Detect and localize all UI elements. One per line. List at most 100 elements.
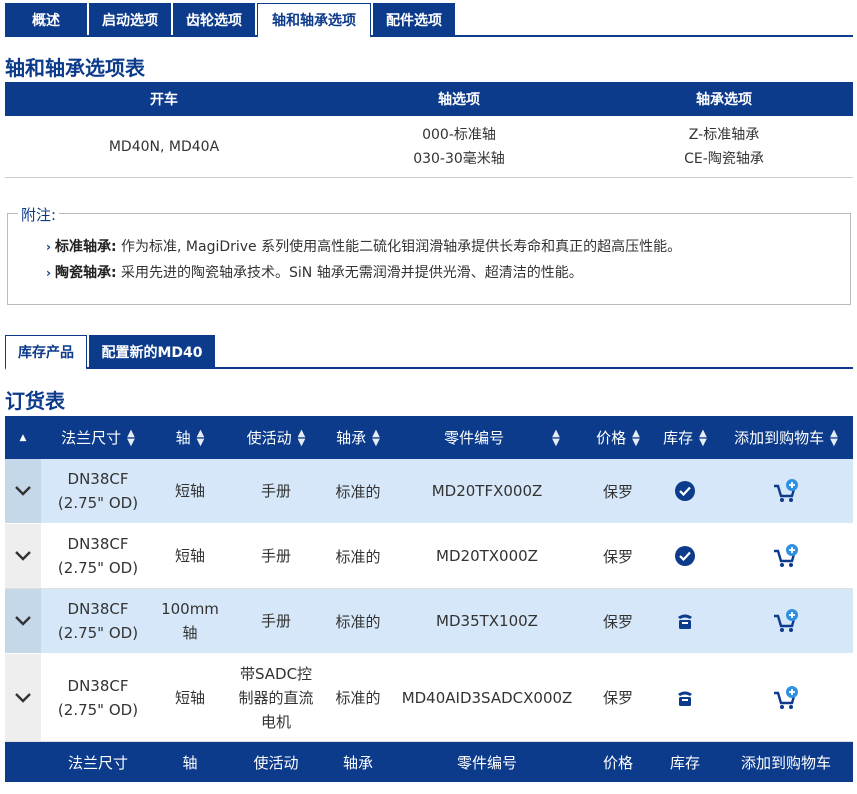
order-table-header: ▲ 法兰尺寸 ▲ ▼ 轴 ▲ ▼ 使活动 ▲ ▼ 轴承 ▲ ▼ 零件编号 ▲ ▼ 价格 ▲ ▼ 库存 ▲ ▼… [5,416,853,459]
note-text: 作为标准, MagiDrive 系列使用高性能二硫化钼润滑轴承提供长寿命和真正的… [116,239,682,255]
bearing-cell: 标准的 [335,689,381,707]
tab-shaft-bearing-options[interactable]: 轴和轴承选项 [257,3,371,38]
tab-overview[interactable]: 概述 [5,3,87,36]
chevron-down-icon[interactable] [15,692,31,703]
bearing-cell: 标准的 [335,482,381,501]
phone-icon [678,614,692,629]
bearing-option-ceramic: CE-陶瓷轴承 [684,150,764,167]
sort-all-icon[interactable]: ▲ [5,416,41,459]
add-to-cart-icon[interactable] [773,685,799,710]
actuation-cell: 手册 [260,482,291,500]
shaft-option-standard: 000-标准轴 [422,126,496,143]
price-cell: 保罗 [602,612,633,631]
bearing-cell: 标准的 [335,547,381,566]
chevron-down-icon[interactable] [15,551,31,561]
tab-startup-options[interactable]: 启动选项 [89,3,171,36]
header-drive: 开车 [150,92,178,108]
tab-accessory-options[interactable]: 配件选项 [373,3,455,36]
product-tab-bar: 库存产品 配置新的MD40 [5,334,853,370]
header-stock[interactable]: 库存 ▲ ▼ [651,416,719,459]
notes-box [7,213,851,305]
add-to-cart-button[interactable] [719,459,853,523]
chevron-down-icon[interactable] [15,486,31,496]
header-bearing-options: 轴承选项 [696,92,752,108]
header-part-number[interactable]: 零件编号 ▲ ▼ [389,416,585,459]
footer-stock: 库存 [669,753,700,772]
notes-legend: 附注: [18,204,60,225]
header-actuation[interactable]: 使活动 ▲ ▼ [225,416,327,459]
flange-size-cell: DN38CF (2.75" OD) [57,470,139,512]
header-flange-size[interactable]: 法兰尺寸 ▲ ▼ [41,416,155,459]
flange-size-cell: DN38CF (2.75" OD) [57,676,139,719]
price-cell: 保罗 [602,482,633,501]
part-number-cell: MD20TX000Z [436,547,538,565]
sort-arrows-icon[interactable]: ▲ ▼ [830,428,838,447]
bullet-arrow-icon: › [46,240,51,254]
expand-row-button[interactable] [5,524,41,588]
sort-arrows-icon[interactable]: ▲ ▼ [298,428,306,447]
note-text: 采用先进的陶瓷轴承技术。SiN 轴承无需润滑并提供光滑、超清洁的性能。 [116,265,583,281]
footer-add-to-cart: 添加到购物车 [740,753,831,772]
footer-part-number: 零件编号 [456,753,517,772]
sort-arrows-icon[interactable]: ▲ ▼ [197,428,205,447]
tab-stock-products[interactable]: 库存产品 [5,335,87,370]
shaft-options-cell: 000-标准轴 030-30毫米轴 [323,116,595,177]
sort-arrows-icon[interactable]: ▲ ▼ [699,428,707,447]
actuation-cell: 带SADC控 制器的直流 电机 [238,664,314,731]
flange-size-cell: DN38CF (2.75" OD) [57,535,139,577]
expand-row-button[interactable] [5,459,41,523]
stock-cell [651,524,719,588]
shaft-cell: 100mm 轴 [161,600,219,642]
bearing-option-standard: Z-标准轴承 [688,126,760,143]
check-circle-icon [675,546,695,566]
top-tab-bar: 概述 启动选项 齿轮选项 轴和轴承选项 配件选项 [5,0,853,38]
sort-arrows-icon[interactable]: ▲ ▼ [552,428,560,447]
header-shaft[interactable]: 轴 ▲ ▼ [155,416,225,459]
note-term: 陶瓷轴承: [54,265,117,281]
header-price[interactable]: 价格 ▲ ▼ [585,416,651,459]
add-to-cart-button[interactable] [719,524,853,588]
options-table-title: 轴和轴承选项表 [5,56,145,80]
stock-cell [651,654,719,741]
sort-arrows-icon[interactable]: ▲ ▼ [372,428,380,447]
header-add-to-cart[interactable]: 添加到购物车 ▲ ▼ [719,416,853,459]
add-to-cart-icon[interactable] [773,609,799,633]
actuation-cell: 手册 [260,547,291,565]
note-standard-bearing: › 标准轴承: 作为标准, MagiDrive 系列使用高性能二硫化钼润滑轴承提供… [46,236,681,256]
phone-icon [678,691,692,706]
part-number-cell: MD40AID3SADCX000Z [401,688,573,707]
note-term: 标准轴承: [54,239,117,255]
check-circle-icon [675,481,695,501]
expand-row-button[interactable] [5,589,41,653]
order-table-footer: 法兰尺寸 轴 使活动 轴承 零件编号 价格 库存 添加到购物车 [5,742,853,782]
shaft-cell: 短轴 [174,482,205,500]
footer-flange-size: 法兰尺寸 [67,753,128,772]
bullet-arrow-icon: › [46,266,51,280]
table-row: DN38CF (2.75" OD) 短轴 手册 标准的 MD20TFX000Z 保… [5,459,853,524]
footer-shaft: 轴 [182,753,198,772]
options-table-row: MD40N, MD40A 000-标准轴 030-30毫米轴 Z-标准轴承 CE… [5,116,853,178]
part-number-cell: MD20TFX000Z [431,482,543,500]
part-number-cell: MD35TX100Z [436,612,538,630]
footer-price: 价格 [602,753,633,772]
footer-actuation: 使活动 [253,753,299,772]
add-to-cart-icon[interactable] [773,479,799,503]
flange-size-cell: DN38CF (2.75" OD) [57,600,139,642]
table-row: DN38CF (2.75" OD) 短轴 带SADC控 制器的直流 电机 标准的 MD… [5,654,853,742]
stock-cell [651,459,719,523]
tab-configure-md40[interactable]: 配置新的MD40 [89,335,215,368]
add-to-cart-button[interactable] [719,654,853,741]
bearing-cell: 标准的 [335,612,381,631]
header-bearing[interactable]: 轴承 ▲ ▼ [327,416,389,459]
sort-arrows-icon[interactable]: ▲ ▼ [632,428,640,447]
expand-row-button[interactable] [5,654,41,741]
sort-arrows-icon[interactable]: ▲ ▼ [127,428,135,447]
table-row: DN38CF (2.75" OD) 短轴 手册 标准的 MD20TX000Z 保罗 [5,524,853,589]
add-to-cart-button[interactable] [719,589,853,653]
note-ceramic-bearing: › 陶瓷轴承: 采用先进的陶瓷轴承技术。SiN 轴承无需润滑并提供光滑、超清洁的性… [46,262,583,282]
bearing-options-cell: Z-标准轴承 CE-陶瓷轴承 [595,116,853,177]
drive-models: MD40N, MD40A [108,138,220,155]
chevron-down-icon[interactable] [15,616,31,626]
tab-gear-options[interactable]: 齿轮选项 [173,3,255,36]
add-to-cart-icon[interactable] [773,544,799,568]
